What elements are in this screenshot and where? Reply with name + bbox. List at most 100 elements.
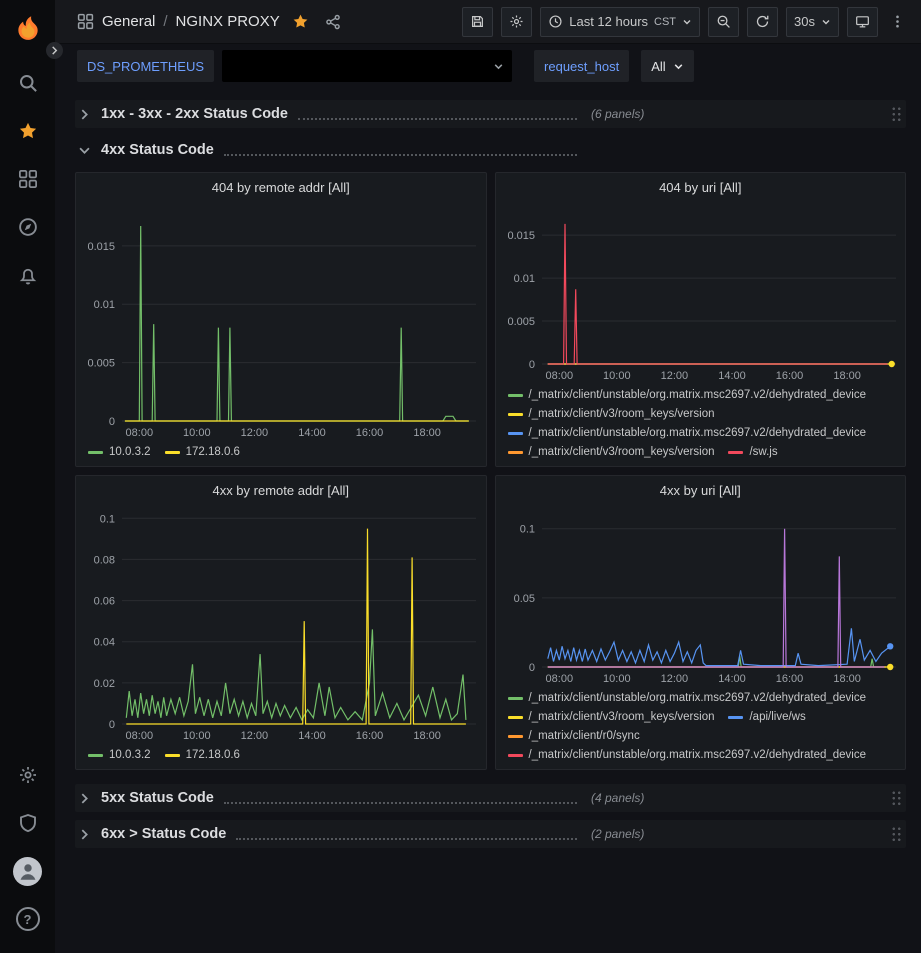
chart-canvas[interactable]: 00.0050.010.01508:0010:0012:0014:0016:00… — [76, 197, 486, 441]
refresh-interval-label: 30s — [794, 14, 815, 29]
row-drag-handle[interactable] — [891, 790, 902, 807]
dashboard-settings-button[interactable] — [501, 7, 532, 37]
row-title-group: 4xx Status Code — [101, 137, 583, 163]
gear-icon — [509, 14, 524, 29]
panel-404-by-remote-addr: 404 by remote addr [All] 00.0050.010.015… — [75, 172, 487, 467]
legend-item[interactable]: /sw.js — [728, 444, 777, 460]
row-header-1xx-3xx-2xx[interactable]: 1xx - 3xx - 2xx Status Code (6 panels) — [75, 100, 906, 128]
grafana-flame-icon — [13, 12, 43, 42]
time-range-picker[interactable]: Last 12 hours CST — [540, 7, 700, 37]
breadcrumb-section[interactable]: General — [102, 13, 155, 30]
host-variable-value: All — [651, 59, 665, 74]
legend-swatch — [165, 754, 180, 757]
sidebar-item-starred[interactable] — [10, 113, 46, 149]
sidebar-item-search[interactable] — [10, 65, 46, 101]
legend-item[interactable]: /_matrix/client/unstable/org.matrix.msc2… — [508, 387, 867, 403]
legend-item[interactable]: /_matrix/client/unstable/org.matrix.msc2… — [508, 690, 867, 706]
svg-text:0.01: 0.01 — [94, 299, 115, 311]
legend-item[interactable]: 172.18.0.6 — [165, 747, 240, 763]
row-header-6xx[interactable]: 6xx > Status Code (2 panels) — [75, 820, 906, 848]
chevron-right-icon — [50, 46, 59, 55]
datasource-variable-select[interactable] — [222, 50, 512, 82]
legend-item[interactable]: /_matrix/client/unstable/org.matrix.msc2… — [508, 425, 867, 441]
svg-text:12:00: 12:00 — [241, 730, 269, 742]
row-title-group: 1xx - 3xx - 2xx Status Code — [101, 101, 583, 127]
svg-text:18:00: 18:00 — [833, 673, 861, 685]
sidebar: ? — [0, 0, 55, 953]
chevron-right-icon — [79, 109, 101, 120]
more-options-button[interactable] — [886, 12, 909, 31]
svg-text:10:00: 10:00 — [183, 730, 211, 742]
legend-item[interactable]: 10.0.3.2 — [88, 444, 151, 460]
svg-text:12:00: 12:00 — [660, 370, 688, 382]
legend-item[interactable]: /_matrix/client/v3/room_keys/version — [508, 444, 715, 460]
svg-text:0.015: 0.015 — [507, 230, 535, 242]
row-title: 1xx - 3xx - 2xx Status Code — [101, 101, 288, 127]
svg-text:0: 0 — [109, 719, 115, 731]
legend-swatch — [508, 697, 523, 700]
legend-item[interactable]: 172.18.0.6 — [165, 444, 240, 460]
legend-item[interactable]: 10.0.3.2 — [88, 747, 151, 763]
panel-title[interactable]: 404 by uri [All] — [496, 173, 906, 197]
refresh-interval-picker[interactable]: 30s — [786, 7, 839, 37]
svg-text:0: 0 — [528, 662, 534, 674]
datasource-variable-label[interactable]: DS_PROMETHEUS — [77, 50, 214, 82]
row-header-5xx[interactable]: 5xx Status Code (4 panels) — [75, 784, 906, 812]
legend-item[interactable]: /_matrix/client/v3/room_keys/version — [508, 406, 715, 422]
sidebar-item-dashboards[interactable] — [10, 161, 46, 197]
row-drag-handle[interactable] — [891, 106, 902, 123]
sidebar-item-alerting[interactable] — [10, 257, 46, 293]
legend-swatch — [508, 754, 523, 757]
svg-text:14:00: 14:00 — [298, 730, 326, 742]
svg-text:0.01: 0.01 — [513, 273, 534, 285]
dashboard-title[interactable]: NGINX PROXY — [176, 13, 280, 30]
svg-text:0.1: 0.1 — [519, 524, 534, 536]
row-drag-handle[interactable] — [891, 826, 902, 843]
star-dashboard-button[interactable] — [288, 11, 313, 32]
row-panel-count: (2 panels) — [591, 827, 644, 841]
share-dashboard-button[interactable] — [321, 12, 345, 32]
panel-grid: 404 by remote addr [All] 00.0050.010.015… — [75, 172, 906, 770]
svg-text:0: 0 — [109, 416, 115, 428]
chart-canvas[interactable]: 00.0050.010.01508:0010:0012:0014:0016:00… — [496, 197, 906, 384]
legend-item[interactable]: /_matrix/client/unstable/org.matrix.msc2… — [508, 747, 867, 763]
dotted-leader — [298, 118, 577, 120]
panel-title[interactable]: 4xx by remote addr [All] — [76, 476, 486, 500]
svg-text:0.1: 0.1 — [100, 513, 115, 525]
refresh-button[interactable] — [747, 7, 778, 37]
tv-icon — [855, 14, 870, 29]
zoom-out-time-button[interactable] — [708, 7, 739, 37]
dotted-leader — [236, 838, 577, 840]
grafana-logo[interactable] — [13, 12, 43, 45]
host-variable-select[interactable]: All — [641, 50, 693, 82]
search-icon — [18, 73, 38, 93]
dotted-leader — [224, 802, 577, 804]
legend-item[interactable]: /api/live/ws — [728, 709, 805, 725]
row-panel-count: (4 panels) — [591, 791, 644, 805]
chart-canvas[interactable]: 00.050.108:0010:0012:0014:0016:0018:00 — [496, 500, 906, 687]
sidebar-item-help[interactable]: ? — [10, 901, 46, 937]
host-variable-label[interactable]: request_host — [534, 50, 629, 82]
save-dashboard-button[interactable] — [462, 7, 493, 37]
dotted-leader — [224, 154, 577, 156]
legend-swatch — [508, 394, 523, 397]
star-icon — [18, 121, 38, 141]
legend-item[interactable]: /_matrix/client/r0/sync — [508, 728, 640, 744]
person-icon — [17, 860, 39, 882]
chart-canvas[interactable]: 00.020.040.060.080.108:0010:0012:0014:00… — [76, 500, 486, 744]
legend-swatch — [88, 451, 103, 454]
tv-mode-button[interactable] — [847, 7, 878, 37]
svg-text:16:00: 16:00 — [356, 730, 384, 742]
sidebar-item-profile[interactable] — [10, 853, 46, 889]
sidebar-item-settings[interactable] — [10, 757, 46, 793]
panel-legend: 10.0.3.2 172.18.0.6 — [76, 744, 486, 769]
panel-title[interactable]: 4xx by uri [All] — [496, 476, 906, 500]
sidebar-item-server-admin[interactable] — [10, 805, 46, 841]
legend-item[interactable]: /_matrix/client/v3/room_keys/version — [508, 709, 715, 725]
sidebar-item-explore[interactable] — [10, 209, 46, 245]
svg-text:12:00: 12:00 — [241, 427, 269, 439]
row-header-4xx[interactable]: 4xx Status Code — [75, 136, 906, 164]
sidebar-expand-button[interactable] — [46, 42, 63, 59]
panel-title[interactable]: 404 by remote addr [All] — [76, 173, 486, 197]
row-title-group: 6xx > Status Code — [101, 821, 583, 847]
